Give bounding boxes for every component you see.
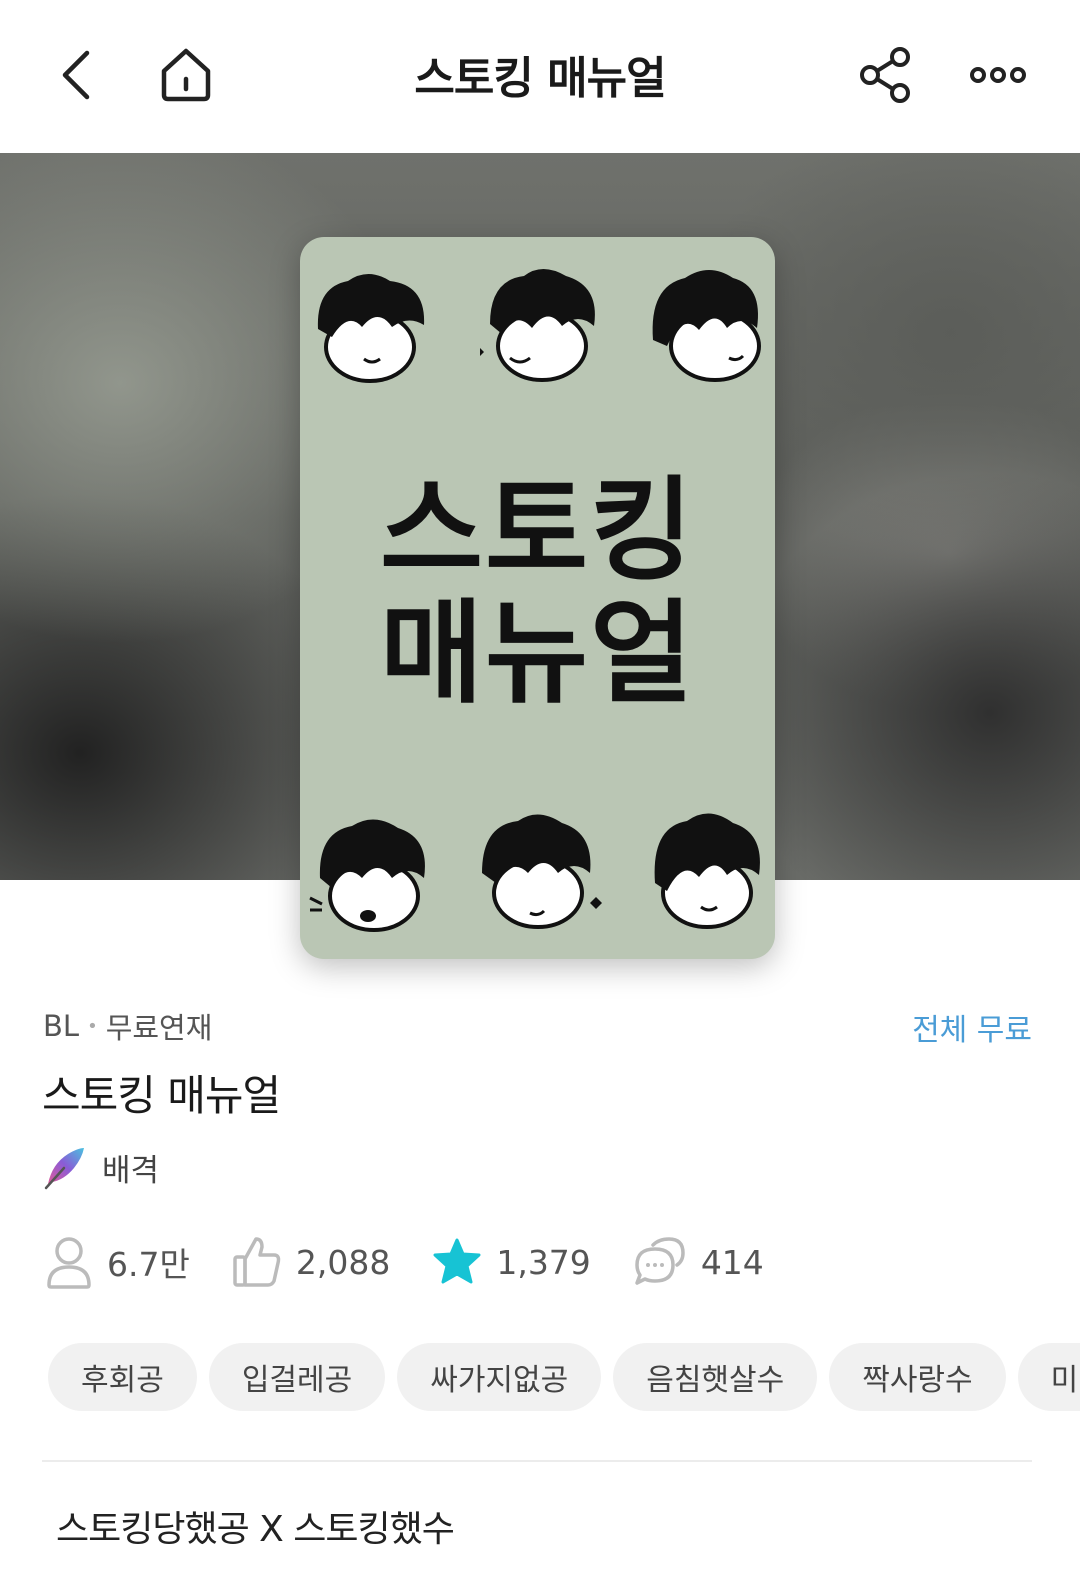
person-icon (47, 1237, 91, 1289)
thumbs-up-icon (233, 1237, 281, 1287)
separator-dot: • (87, 1015, 98, 1037)
favorites-count: 1,379 (496, 1242, 591, 1282)
comments-stat: 414 (633, 1235, 764, 1289)
character-face-icon (482, 814, 602, 929)
tag-chip[interactable]: 미인 (1017, 1343, 1080, 1411)
tag-chip[interactable]: 짝사랑수 (829, 1343, 1006, 1411)
genre-line: BL • 무료연재 (43, 1005, 212, 1047)
work-title: 스토킹 매뉴얼 (42, 1071, 281, 1120)
genre-label: BL (43, 1009, 80, 1043)
views-count: 6.7만 (107, 1245, 190, 1284)
serial-type-label: 무료연재 (105, 1011, 213, 1045)
tag-chip[interactable]: 싸가지없공 (397, 1343, 602, 1411)
comments-count: 414 (700, 1242, 764, 1282)
tag-chip[interactable]: 입걸레공 (208, 1343, 386, 1411)
divider (42, 1460, 1032, 1462)
likes-stat: 2,088 (232, 1235, 390, 1289)
more-button[interactable] (963, 40, 1033, 110)
cover-title-line-1: 스토킹 (379, 466, 696, 596)
share-icon (860, 47, 910, 103)
likes-count: 2,088 (295, 1242, 391, 1282)
page-title: 스토킹 매뉴얼 (414, 53, 666, 104)
home-icon (161, 48, 211, 102)
home-button[interactable] (151, 40, 221, 110)
back-button[interactable] (42, 40, 112, 110)
cover-image[interactable]: 스토킹 매뉴얼 (300, 237, 775, 959)
tag-list: 후회공 입걸레공 싸가지없공 음침햇살수 짝사랑수 미인 (48, 1343, 1080, 1411)
character-face-icon (654, 813, 760, 929)
cover-title-line-2: 매뉴얼 (379, 589, 696, 719)
price-badge: 전체 무료 (912, 1013, 1032, 1048)
page: 스토킹 매뉴얼 스토킹 매뉴얼 BL • 무료연재 전체 무료 스토킹 매뉴얼 … (0, 0, 1080, 1577)
more-icon (970, 67, 1026, 83)
tag-chip[interactable]: 후회공 (48, 1343, 197, 1411)
chevron-left-icon (62, 50, 90, 100)
character-face-icon (309, 819, 425, 932)
cover-title-block: 스토킹 매뉴얼 (300, 237, 775, 722)
top-bar: 스토킹 매뉴얼 (0, 0, 1080, 153)
author-link[interactable]: 배격 (42, 1144, 159, 1190)
stats-row: 6.7만 2,088 1,379 414 (45, 1232, 806, 1292)
share-button[interactable] (851, 40, 921, 110)
author-name: 배격 (102, 1152, 160, 1189)
comment-bubble-icon (635, 1237, 685, 1285)
quill-pen-icon (44, 1148, 84, 1190)
favorites-stat: 1,379 (432, 1237, 591, 1287)
star-icon (433, 1238, 481, 1284)
tag-chip[interactable]: 음침햇살수 (613, 1343, 818, 1411)
work-summary: 스토킹당했공 X 스토킹했수 (56, 1509, 455, 1550)
views-stat: 6.7만 (45, 1235, 190, 1289)
